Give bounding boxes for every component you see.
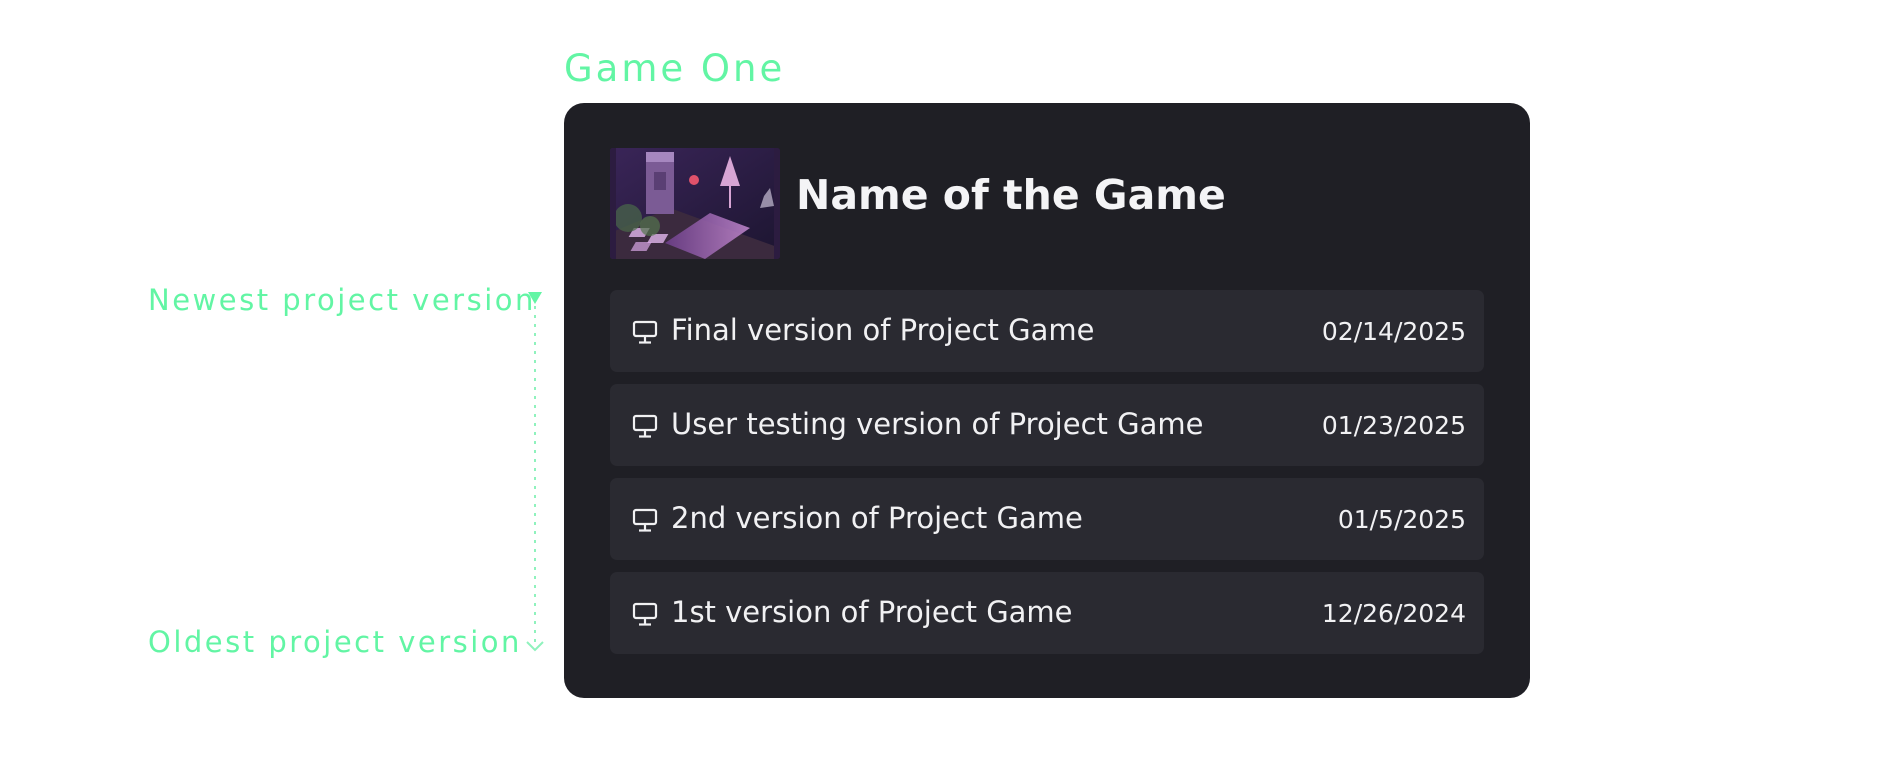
newest-version-annotation: Newest project version (148, 283, 536, 317)
version-date: 02/14/2025 (1321, 317, 1466, 346)
version-title: Final version of Project Game (671, 313, 1095, 347)
version-timeline-arrow (526, 292, 544, 652)
monitor-icon (632, 602, 658, 626)
version-title: User testing version of Project Game (671, 407, 1204, 441)
version-item-final[interactable]: Final version of Project Game 02/14/2025 (610, 290, 1484, 372)
version-list: Final version of Project Game 02/14/2025… (610, 290, 1484, 666)
section-label: Game One (564, 47, 786, 90)
game-card: Name of the Game Final version of Projec… (564, 103, 1530, 698)
version-item-user-testing[interactable]: User testing version of Project Game 01/… (610, 384, 1484, 466)
game-thumbnail-image[interactable] (610, 148, 780, 259)
version-date: 01/5/2025 (1337, 505, 1466, 534)
timeline-start-marker (528, 292, 542, 304)
version-title: 1st version of Project Game (671, 595, 1073, 629)
version-item-1st[interactable]: 1st version of Project Game 12/26/2024 (610, 572, 1484, 654)
monitor-icon (632, 508, 658, 532)
version-date: 12/26/2024 (1321, 599, 1466, 628)
version-title: 2nd version of Project Game (671, 501, 1083, 535)
game-title: Name of the Game (796, 171, 1226, 219)
version-item-2nd[interactable]: 2nd version of Project Game 01/5/2025 (610, 478, 1484, 560)
oldest-version-annotation: Oldest project version (148, 625, 522, 659)
monitor-icon (632, 414, 658, 438)
version-date: 01/23/2025 (1321, 411, 1466, 440)
monitor-icon (632, 320, 658, 344)
